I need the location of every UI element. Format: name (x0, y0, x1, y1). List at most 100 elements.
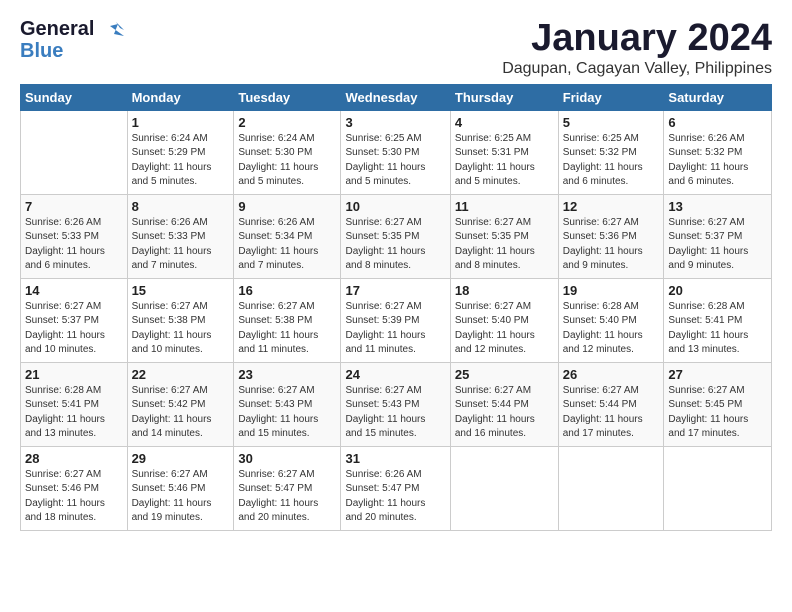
table-row: 7Sunrise: 6:26 AMSunset: 5:33 PMDaylight… (21, 194, 128, 278)
calendar-week-row: 21 Sunrise: 6:28 AMSunset: 5:41 PMDayligh… (21, 362, 772, 446)
day-number: 30 (238, 451, 336, 466)
table-row (664, 446, 772, 530)
day-number: 17 (345, 283, 445, 298)
day-info: Sunrise: 6:26 AMSunset: 5:34 PMDaylight:… (238, 216, 336, 274)
table-row: 26Sunrise: 6:27 AMSunset: 5:44 PMDayligh… (558, 362, 664, 446)
day-info: Sunrise: 6:27 AMSunset: 5:37 PMDaylight:… (25, 300, 123, 358)
day-number: 19 (563, 283, 660, 298)
day-number: 15 (132, 283, 230, 298)
table-row: 28 Sunrise: 6:27 AMSunset: 5:46 PMDayligh… (21, 446, 128, 530)
table-row: 13 Sunrise: 6:27 AMSunset: 5:37 PMDayligh… (664, 194, 772, 278)
day-info: Sunrise: 6:27 AMSunset: 5:45 PMDaylight:… (668, 384, 767, 442)
day-number: 5 (563, 115, 660, 130)
day-info: Sunrise: 6:28 AMSunset: 5:40 PMDaylight:… (563, 300, 660, 358)
table-row: 30 Sunrise: 6:27 AMSunset: 5:47 PMDayligh… (234, 446, 341, 530)
day-number: 10 (345, 199, 445, 214)
day-number: 8 (132, 199, 230, 214)
calendar-week-row: 14Sunrise: 6:27 AMSunset: 5:37 PMDayligh… (21, 278, 772, 362)
table-row: 22 Sunrise: 6:27 AMSunset: 5:42 PMDayligh… (127, 362, 234, 446)
day-number: 29 (132, 451, 230, 466)
day-number: 20 (668, 283, 767, 298)
day-number: 4 (455, 115, 554, 130)
table-row: 10 Sunrise: 6:27 AMSunset: 5:35 PMDayligh… (341, 194, 450, 278)
day-info: Sunrise: 6:27 AMSunset: 5:37 PMDaylight:… (668, 216, 767, 274)
day-number: 31 (345, 451, 445, 466)
table-row: 20 Sunrise: 6:28 AMSunset: 5:41 PMDayligh… (664, 278, 772, 362)
day-number: 11 (455, 199, 554, 214)
day-info: Sunrise: 6:24 AMSunset: 5:29 PMDaylight:… (132, 132, 230, 190)
logo: General Blue (20, 18, 124, 62)
day-info: Sunrise: 6:26 AMSunset: 5:47 PMDaylight:… (345, 468, 445, 526)
day-info: Sunrise: 6:27 AMSunset: 5:39 PMDaylight:… (345, 300, 445, 358)
header-thursday: Thursday (450, 84, 558, 110)
day-number: 22 (132, 367, 230, 382)
table-row: 18 Sunrise: 6:27 AMSunset: 5:40 PMDayligh… (450, 278, 558, 362)
table-row: 23 Sunrise: 6:27 AMSunset: 5:43 PMDayligh… (234, 362, 341, 446)
day-info: Sunrise: 6:25 AMSunset: 5:30 PMDaylight:… (345, 132, 445, 190)
day-number: 27 (668, 367, 767, 382)
day-info: Sunrise: 6:25 AMSunset: 5:32 PMDaylight:… (563, 132, 660, 190)
header-friday: Friday (558, 84, 664, 110)
header-sunday: Sunday (21, 84, 128, 110)
day-info: Sunrise: 6:26 AMSunset: 5:33 PMDaylight:… (25, 216, 123, 274)
day-number: 23 (238, 367, 336, 382)
day-number: 28 (25, 451, 123, 466)
table-row: 3Sunrise: 6:25 AMSunset: 5:30 PMDaylight… (341, 110, 450, 194)
day-info: Sunrise: 6:27 AMSunset: 5:43 PMDaylight:… (238, 384, 336, 442)
day-number: 1 (132, 115, 230, 130)
calendar-week-row: 1 Sunrise: 6:24 AMSunset: 5:29 PMDaylight… (21, 110, 772, 194)
table-row: 14Sunrise: 6:27 AMSunset: 5:37 PMDayligh… (21, 278, 128, 362)
day-info: Sunrise: 6:24 AMSunset: 5:30 PMDaylight:… (238, 132, 336, 190)
table-row: 4 Sunrise: 6:25 AMSunset: 5:31 PMDaylight… (450, 110, 558, 194)
calendar-week-row: 28 Sunrise: 6:27 AMSunset: 5:46 PMDayligh… (21, 446, 772, 530)
day-info: Sunrise: 6:27 AMSunset: 5:46 PMDaylight:… (132, 468, 230, 526)
day-number: 18 (455, 283, 554, 298)
day-info: Sunrise: 6:27 AMSunset: 5:35 PMDaylight:… (455, 216, 554, 274)
table-row: 2 Sunrise: 6:24 AMSunset: 5:30 PMDaylight… (234, 110, 341, 194)
day-info: Sunrise: 6:27 AMSunset: 5:38 PMDaylight:… (238, 300, 336, 358)
table-row: 11 Sunrise: 6:27 AMSunset: 5:35 PMDayligh… (450, 194, 558, 278)
day-number: 9 (238, 199, 336, 214)
calendar-title: January 2024 (502, 18, 772, 60)
day-number: 6 (668, 115, 767, 130)
header: General Blue January 2024 Dagupan, Cagay… (20, 18, 772, 78)
day-info: Sunrise: 6:27 AMSunset: 5:43 PMDaylight:… (345, 384, 445, 442)
table-row: 29 Sunrise: 6:27 AMSunset: 5:46 PMDayligh… (127, 446, 234, 530)
day-info: Sunrise: 6:28 AMSunset: 5:41 PMDaylight:… (668, 300, 767, 358)
day-info: Sunrise: 6:27 AMSunset: 5:44 PMDaylight:… (455, 384, 554, 442)
day-info: Sunrise: 6:25 AMSunset: 5:31 PMDaylight:… (455, 132, 554, 190)
table-row: 24 Sunrise: 6:27 AMSunset: 5:43 PMDayligh… (341, 362, 450, 446)
calendar-week-row: 7Sunrise: 6:26 AMSunset: 5:33 PMDaylight… (21, 194, 772, 278)
day-info: Sunrise: 6:27 AMSunset: 5:38 PMDaylight:… (132, 300, 230, 358)
table-row: 19 Sunrise: 6:28 AMSunset: 5:40 PMDayligh… (558, 278, 664, 362)
header-tuesday: Tuesday (234, 84, 341, 110)
table-row: 31 Sunrise: 6:26 AMSunset: 5:47 PMDayligh… (341, 446, 450, 530)
table-row (21, 110, 128, 194)
weekday-header-row: Sunday Monday Tuesday Wednesday Thursday… (21, 84, 772, 110)
day-info: Sunrise: 6:27 AMSunset: 5:47 PMDaylight:… (238, 468, 336, 526)
day-number: 12 (563, 199, 660, 214)
table-row: 25 Sunrise: 6:27 AMSunset: 5:44 PMDayligh… (450, 362, 558, 446)
day-number: 2 (238, 115, 336, 130)
day-info: Sunrise: 6:27 AMSunset: 5:40 PMDaylight:… (455, 300, 554, 358)
day-number: 21 (25, 367, 123, 382)
page: General Blue January 2024 Dagupan, Cagay… (0, 0, 792, 541)
table-row (558, 446, 664, 530)
day-info: Sunrise: 6:28 AMSunset: 5:41 PMDaylight:… (25, 384, 123, 442)
table-row: 1 Sunrise: 6:24 AMSunset: 5:29 PMDaylight… (127, 110, 234, 194)
day-number: 26 (563, 367, 660, 382)
day-info: Sunrise: 6:27 AMSunset: 5:35 PMDaylight:… (345, 216, 445, 274)
table-row: 5 Sunrise: 6:25 AMSunset: 5:32 PMDaylight… (558, 110, 664, 194)
day-info: Sunrise: 6:27 AMSunset: 5:46 PMDaylight:… (25, 468, 123, 526)
table-row (450, 446, 558, 530)
table-row: 9 Sunrise: 6:26 AMSunset: 5:34 PMDaylight… (234, 194, 341, 278)
table-row: 15 Sunrise: 6:27 AMSunset: 5:38 PMDayligh… (127, 278, 234, 362)
day-number: 25 (455, 367, 554, 382)
logo-bird-icon (96, 22, 124, 58)
day-info: Sunrise: 6:27 AMSunset: 5:42 PMDaylight:… (132, 384, 230, 442)
day-number: 13 (668, 199, 767, 214)
day-number: 24 (345, 367, 445, 382)
table-row: 27 Sunrise: 6:27 AMSunset: 5:45 PMDayligh… (664, 362, 772, 446)
day-number: 16 (238, 283, 336, 298)
table-row: 12Sunrise: 6:27 AMSunset: 5:36 PMDayligh… (558, 194, 664, 278)
